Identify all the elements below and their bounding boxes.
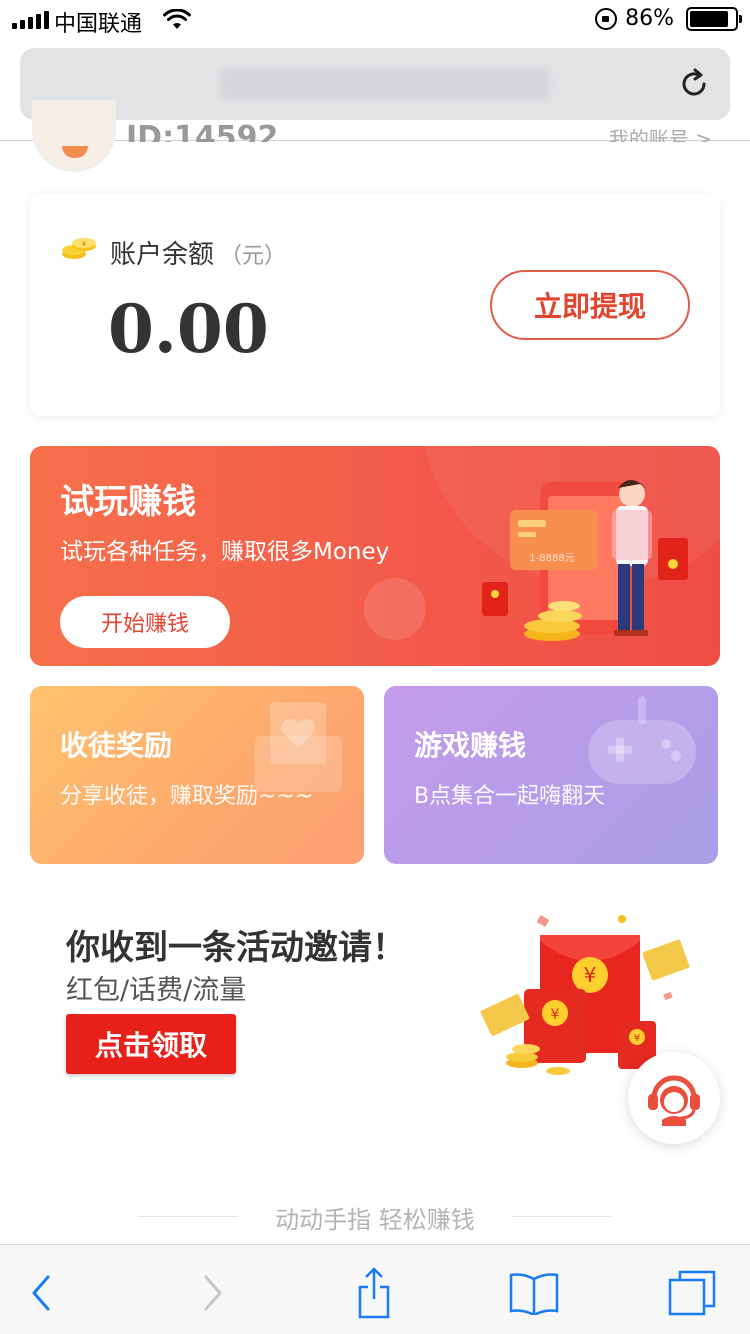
tabs-icon xyxy=(668,1270,716,1316)
browser-toolbar xyxy=(0,1244,750,1334)
svg-text:¥: ¥ xyxy=(551,1007,560,1023)
withdraw-button[interactable]: 立即提现 xyxy=(490,270,690,340)
invite-subtitle: 红包/话费/流量 xyxy=(66,975,247,1006)
balance-amount: 0.00 xyxy=(108,290,269,368)
header-right-link[interactable]: 我的账号 > xyxy=(609,124,712,142)
forward-button[interactable] xyxy=(184,1267,240,1319)
game-earn-card[interactable]: 游戏赚钱 B点集合一起嗨翻天 xyxy=(384,686,718,864)
share-button[interactable] xyxy=(346,1267,402,1319)
bookmarks-icon xyxy=(509,1273,559,1315)
illustration-amount: 1-8888元 xyxy=(529,553,574,564)
trial-subtitle: 试玩各种任务，赚取很多Money xyxy=(60,539,390,565)
carrier-name: 中国联通 xyxy=(54,12,143,37)
customer-service-button[interactable] xyxy=(628,1052,720,1144)
status-bar: 中国联通 86% xyxy=(0,0,750,40)
battery-icon xyxy=(686,6,742,31)
signal-icon xyxy=(12,11,49,29)
decor-circle xyxy=(364,578,426,640)
recruit-reward-card[interactable]: 收徒奖励 分享收徒，赚取奖励~~~ xyxy=(30,686,364,864)
battery-percent: 86% xyxy=(625,6,674,31)
coin-stack-icon: ¥ xyxy=(62,238,96,259)
footer-slogan: 动动手指 轻松赚钱 xyxy=(275,1206,475,1234)
svg-text:¥: ¥ xyxy=(634,1033,640,1044)
trial-earn-banner[interactable]: 试玩赚钱 试玩各种任务，赚取很多Money 开始赚钱 1-8888元 xyxy=(30,446,720,666)
address-bar[interactable] xyxy=(20,48,730,120)
game-title: 游戏赚钱 xyxy=(414,729,527,762)
start-earning-button[interactable]: 开始赚钱 xyxy=(60,596,230,648)
wifi-icon xyxy=(163,9,191,29)
back-icon xyxy=(32,1275,50,1311)
svg-text:¥: ¥ xyxy=(82,240,87,248)
user-id: ID:14592 xyxy=(126,120,279,142)
orientation-lock-icon xyxy=(595,7,618,30)
balance-label: 账户余额 （元） xyxy=(110,234,286,271)
recruit-title: 收徒奖励 xyxy=(60,729,173,762)
share-icon xyxy=(358,1267,390,1319)
avatar[interactable] xyxy=(32,100,116,172)
trial-title: 试玩赚钱 xyxy=(60,482,196,522)
recruit-subtitle: 分享收徒，赚取奖励~~~ xyxy=(60,784,314,809)
headset-agent-icon xyxy=(648,1075,700,1126)
back-button[interactable] xyxy=(14,1267,70,1319)
reload-icon[interactable] xyxy=(676,66,712,102)
tabs-button[interactable] xyxy=(664,1267,720,1319)
phone-money-illustration-icon: 1-8888元 xyxy=(482,480,688,641)
url-text-blurred xyxy=(220,68,550,100)
game-subtitle: B点集合一起嗨翻天 xyxy=(414,784,606,809)
bookmarks-button[interactable] xyxy=(506,1267,562,1319)
balance-card: ¥ 账户余额 （元） 0.00 立即提现 xyxy=(30,194,720,416)
invite-title: 你收到一条活动邀请！ xyxy=(66,928,406,968)
balance-label-text: 账户余额 xyxy=(110,240,215,270)
forward-icon xyxy=(204,1275,222,1311)
claim-button[interactable]: 点击领取 xyxy=(66,1014,236,1074)
balance-unit: （元） xyxy=(220,244,287,269)
svg-text:¥: ¥ xyxy=(584,963,597,987)
